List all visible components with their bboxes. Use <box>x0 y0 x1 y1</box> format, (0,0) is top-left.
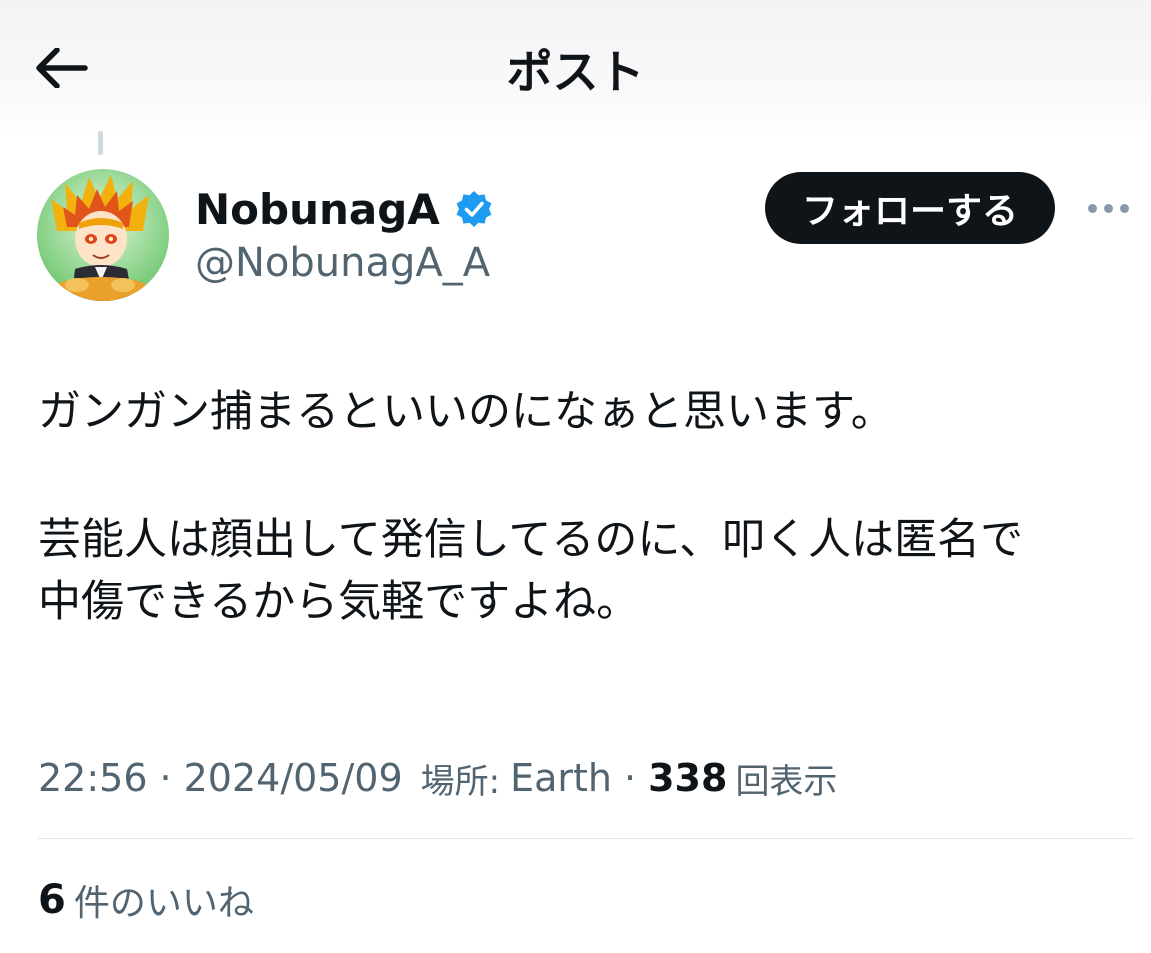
author-name-row: NobunagA <box>195 181 494 237</box>
avatar[interactable] <box>37 169 169 301</box>
divider <box>38 838 1134 839</box>
page-title: ポスト <box>506 45 645 99</box>
more-options-button[interactable] <box>1080 188 1136 228</box>
top-bar: ポスト <box>0 0 1151 132</box>
likes-label: 件のいいね <box>73 883 254 924</box>
post-line: 中傷できるから気軽ですよね。 <box>38 577 640 627</box>
post-location: Earth <box>510 756 613 800</box>
location-label: 場所: <box>420 761 501 802</box>
meta-separator: · <box>624 756 637 800</box>
likes-count: 6 <box>38 877 66 923</box>
post-date[interactable]: 2024/05/09 <box>184 756 403 800</box>
views-label: 回表示 <box>735 761 838 802</box>
post-line: ガンガン捕まるといいのになぁと思います。 <box>38 387 894 437</box>
post-detail-page: ポスト NobunagA @NobunagA_A フォローする ガンガン捕まると… <box>0 0 1151 953</box>
display-name[interactable]: NobunagA <box>195 185 440 234</box>
meta-separator: · <box>159 756 172 800</box>
post-metadata: 22:56 · 2024/05/09 場所: Earth · 338 回表示 <box>38 750 837 806</box>
views-count[interactable]: 338 <box>648 756 727 800</box>
verified-badge-icon <box>456 191 492 227</box>
author-handle[interactable]: @NobunagA_A <box>195 240 490 286</box>
post-line: 芸能人は顔出して発信してるのに、叩く人は匿名で <box>38 515 1024 565</box>
post-text: ガンガン捕まるといいのになぁと思います。 芸能人は顔出して発信してるのに、叩く人… <box>38 384 1138 654</box>
more-dots-icon <box>1087 203 1097 213</box>
thread-connector-line <box>98 131 103 155</box>
post-time[interactable]: 22:56 <box>38 756 148 800</box>
follow-button[interactable]: フォローする <box>765 172 1055 244</box>
likes-link[interactable]: 6 件のいいね <box>38 872 254 928</box>
